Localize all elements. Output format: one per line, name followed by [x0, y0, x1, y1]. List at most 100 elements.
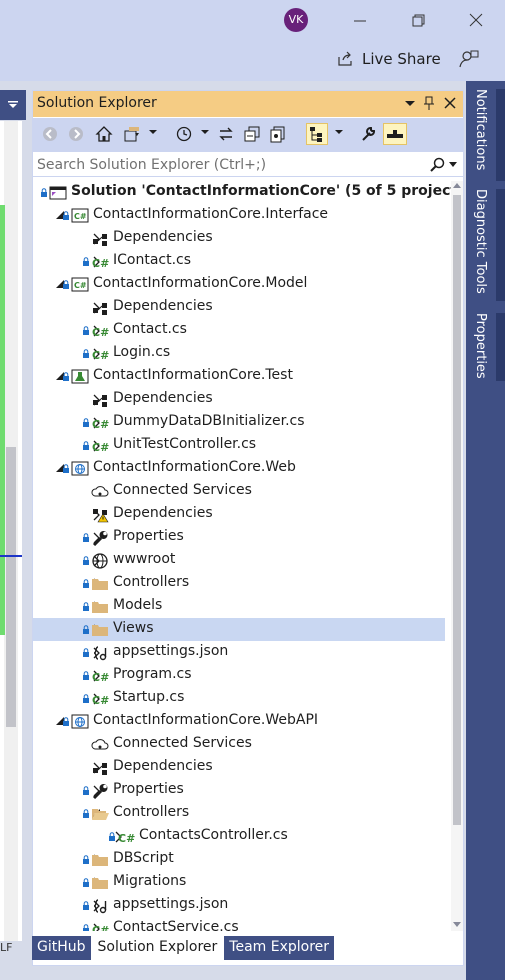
tab-solution-explorer[interactable]: Solution Explorer	[92, 936, 223, 960]
live-share-button[interactable]: Live Share	[336, 47, 441, 71]
tree-item[interactable]: C# Login.cs	[33, 342, 445, 365]
tree-item[interactable]: Controllers	[33, 572, 445, 595]
search-icon[interactable]	[429, 157, 445, 173]
scroll-down-icon[interactable]	[453, 922, 461, 927]
scroll-up-icon[interactable]	[453, 183, 461, 188]
tree-item-label: Dependencies	[113, 758, 213, 774]
tree-item[interactable]: Models	[33, 595, 445, 618]
tree-item-label: Connected Services	[113, 482, 252, 498]
search-options-dropdown-icon[interactable]	[449, 162, 457, 168]
tree-item[interactable]: appsettings.json	[33, 641, 445, 664]
tree-item-label: Dependencies	[113, 390, 213, 406]
csharp-file-icon: C#	[92, 924, 109, 931]
forward-button[interactable]	[65, 123, 87, 145]
tab-diagnostic-tools[interactable]: Diagnostic Tools	[473, 189, 488, 294]
tree-item[interactable]: C# Contact.cs	[33, 319, 445, 342]
close-icon[interactable]	[443, 95, 457, 111]
preview-toggle-button[interactable]	[383, 123, 407, 145]
folder-icon	[92, 602, 108, 613]
collapse-all-button[interactable]	[241, 123, 263, 145]
preview-selected-items-button[interactable]	[306, 123, 328, 145]
pin-icon[interactable]	[422, 95, 436, 111]
share-icon	[338, 51, 352, 66]
tab-team-explorer[interactable]: Team Explorer	[224, 936, 335, 960]
switch-views-dropdown[interactable]	[149, 130, 157, 134]
properties-button[interactable]	[357, 123, 379, 145]
live-share-label: Live Share	[362, 50, 441, 68]
tree-item[interactable]: C# Program.cs	[33, 664, 445, 687]
search-input[interactable]	[37, 155, 417, 175]
tree-item[interactable]: Connected Services	[33, 480, 445, 503]
tab-github[interactable]: GitHub	[32, 936, 91, 960]
tree-item[interactable]: Dependencies	[33, 388, 445, 411]
tree-item[interactable]: C# ContactsController.cs	[33, 825, 445, 848]
tree-item[interactable]: Dependencies	[33, 227, 445, 250]
home-button[interactable]	[93, 123, 115, 145]
svg-text:C#: C#	[118, 832, 135, 845]
tree-item[interactable]: C# UnitTestController.cs	[33, 434, 445, 457]
tree-item[interactable]: Connected Services	[33, 733, 445, 756]
chevron-down-icon[interactable]	[8, 101, 18, 109]
change-margin	[0, 205, 5, 635]
tab-properties[interactable]: Properties	[473, 313, 488, 379]
tree-item[interactable]: ContactInformationCore.WebAPI	[33, 710, 445, 733]
tree-item[interactable]: C# Startup.cs	[33, 687, 445, 710]
search-box	[33, 153, 463, 177]
lock-icon	[83, 786, 89, 795]
tree-item[interactable]: Views	[33, 618, 445, 641]
solution-tree: Solution 'ContactInformationCore' (5 of …	[33, 181, 451, 931]
close-icon[interactable]	[466, 10, 486, 30]
tree-item-label: DBScript	[113, 850, 174, 866]
tree-item[interactable]: Properties	[33, 526, 445, 549]
restore-icon[interactable]	[408, 10, 428, 30]
tree-item[interactable]: C# ContactService.cs	[33, 917, 445, 931]
tree-item[interactable]: Migrations	[33, 871, 445, 894]
editor-scroll-thumb[interactable]	[6, 447, 16, 727]
filter-dropdown[interactable]	[201, 130, 209, 134]
lock-icon	[83, 579, 89, 588]
lock-icon	[83, 349, 89, 358]
tree-item-label: ContactInformationCore.Web	[93, 459, 296, 475]
clock-icon	[176, 126, 192, 142]
wrench-icon	[92, 531, 108, 546]
tree-item[interactable]: Dependencies	[33, 756, 445, 779]
connected-services-icon	[91, 486, 109, 497]
sync-with-active-document-button[interactable]	[215, 123, 237, 145]
preview-dropdown[interactable]	[335, 130, 343, 134]
pending-changes-filter-button[interactable]	[173, 123, 195, 145]
feedback-icon[interactable]	[458, 48, 480, 70]
tree-item[interactable]: Solution 'ContactInformationCore' (5 of …	[33, 181, 451, 204]
collapse-all-icon	[244, 126, 260, 142]
svg-text:C#: C#	[92, 326, 109, 339]
tree-item[interactable]: Dependencies	[33, 296, 445, 319]
tree-item[interactable]: C# ContactInformationCore.Model	[33, 273, 445, 296]
tree-item[interactable]: Dependencies	[33, 503, 445, 526]
tree-item[interactable]: C# DummyDataDBInitializer.cs	[33, 411, 445, 434]
csharp-file-icon: C#	[92, 418, 109, 431]
tree-item[interactable]: C# IContact.cs	[33, 250, 445, 273]
lock-icon	[41, 188, 47, 197]
user-avatar[interactable]: VK	[284, 8, 308, 32]
tab-notifications-marker	[496, 89, 505, 181]
scroll-thumb[interactable]	[453, 195, 461, 825]
tree-item-label: ContactInformationCore.Model	[93, 275, 308, 291]
dropdown-icon[interactable]	[403, 95, 417, 111]
test-project-icon	[71, 369, 89, 384]
tree-item[interactable]: ContactInformationCore.Web	[33, 457, 445, 480]
show-all-files-button[interactable]	[267, 123, 289, 145]
switch-views-button[interactable]	[121, 123, 143, 145]
tree-item[interactable]: Properties	[33, 779, 445, 802]
tree-item[interactable]: appsettings.json	[33, 894, 445, 917]
tree-scrollbar[interactable]	[451, 181, 463, 931]
tree-item[interactable]: DBScript	[33, 848, 445, 871]
back-button[interactable]	[39, 123, 61, 145]
tree-item[interactable]: ContactInformationCore.Test	[33, 365, 445, 388]
minimize-icon[interactable]	[350, 10, 370, 30]
tree-item-label: appsettings.json	[113, 896, 229, 912]
tab-notifications[interactable]: Notifications	[473, 89, 488, 170]
eol-indicator[interactable]: LF	[0, 941, 12, 954]
tree-item[interactable]: C# ContactInformationCore.Interface	[33, 204, 445, 227]
tree-item-label: ContactInformationCore.Test	[93, 367, 293, 383]
tree-item[interactable]: wwwroot	[33, 549, 445, 572]
tree-item[interactable]: Controllers	[33, 802, 445, 825]
